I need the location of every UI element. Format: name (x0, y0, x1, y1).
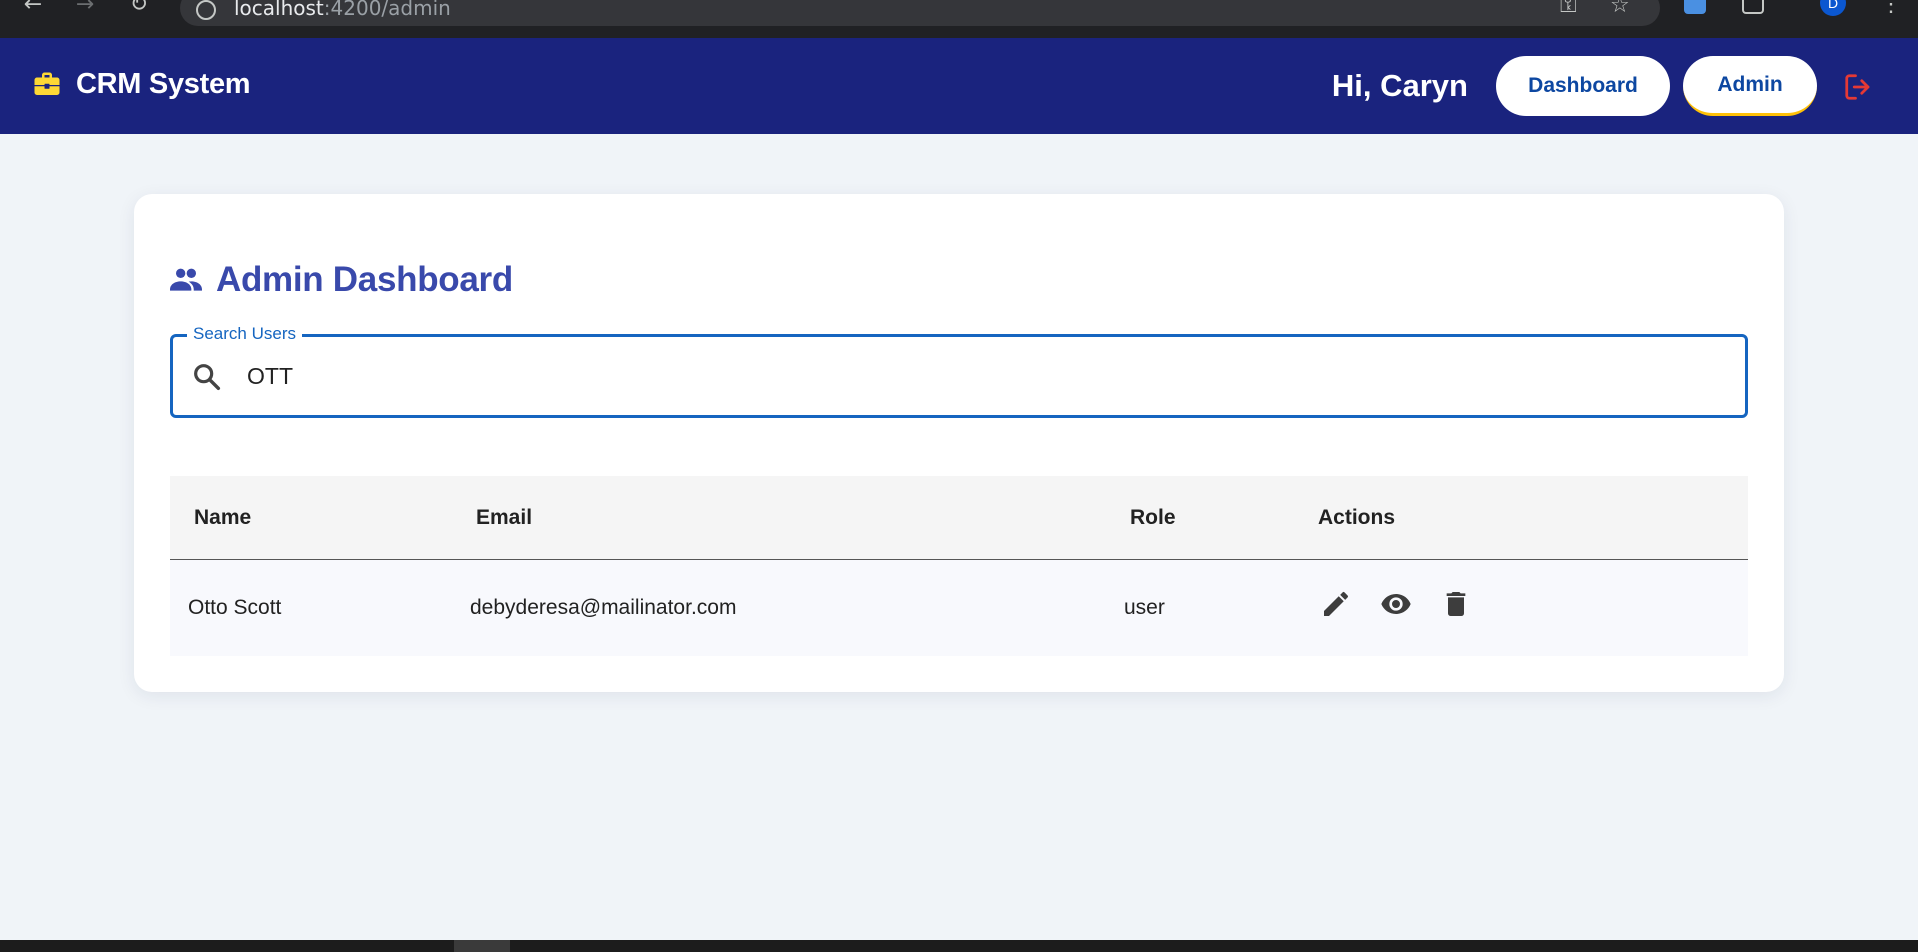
column-header-email[interactable]: Email (476, 506, 532, 530)
search-label: Search Users (187, 324, 302, 344)
browser-menu-icon[interactable]: ⋮ (1880, 0, 1902, 15)
bookmark-star-icon[interactable]: ☆ (1610, 0, 1630, 17)
search-icon (194, 364, 221, 391)
user-greeting: Hi, Caryn (1331, 68, 1468, 103)
reload-icon[interactable]: ↻ (124, 0, 154, 16)
cell-email: debyderesa@mailinator.com (470, 596, 737, 619)
extensions-puzzle-icon[interactable] (1742, 0, 1764, 14)
back-icon[interactable]: ← (18, 0, 48, 16)
brand[interactable]: CRM System (32, 68, 251, 101)
briefcase-icon (34, 72, 60, 95)
forward-icon[interactable]: → (70, 0, 100, 16)
column-header-name[interactable]: Name (194, 506, 251, 530)
site-info-icon[interactable] (196, 0, 216, 20)
brand-title: CRM System (76, 68, 251, 100)
table-row: Otto Scott debyderesa@mailinator.com use… (170, 560, 1748, 656)
scrollbar-thumb[interactable] (454, 940, 510, 952)
users-table: Name Email Role Actions Otto Scott debyd… (170, 476, 1748, 656)
url-text: localhost:4200/admin (234, 0, 451, 20)
cell-role: user (1124, 596, 1165, 619)
people-icon (170, 268, 202, 291)
address-bar[interactable]: localhost:4200/admin (180, 0, 1660, 26)
search-input[interactable] (247, 353, 1727, 399)
table-header: Name Email Role Actions (170, 476, 1748, 560)
page-title: Admin Dashboard (170, 260, 513, 300)
column-header-role[interactable]: Role (1130, 506, 1176, 530)
column-header-actions: Actions (1318, 506, 1396, 529)
edit-icon[interactable] (1320, 588, 1352, 620)
password-key-icon[interactable]: ⚿ (1560, 0, 1577, 17)
logout-icon[interactable] (1842, 72, 1874, 102)
app-header: CRM System Hi, Caryn Dashboard Admin (0, 38, 1918, 134)
view-icon[interactable] (1380, 588, 1412, 620)
page-title-text: Admin Dashboard (216, 260, 513, 299)
nav-admin-button[interactable]: Admin (1683, 56, 1817, 116)
profile-avatar[interactable]: D (1820, 0, 1846, 16)
cell-name: Otto Scott (188, 596, 282, 619)
browser-toolbar: ← → ↻ localhost:4200/admin ⚿ ☆ D ⋮ (0, 0, 1918, 38)
row-actions (1320, 588, 1472, 620)
horizontal-scrollbar[interactable] (0, 940, 1918, 952)
nav-dashboard-button[interactable]: Dashboard (1496, 56, 1670, 116)
search-field[interactable]: Search Users (170, 324, 1748, 418)
delete-icon[interactable] (1440, 588, 1472, 620)
admin-card: Admin Dashboard Search Users Name Email … (134, 194, 1784, 692)
extension-icon[interactable] (1684, 0, 1706, 14)
